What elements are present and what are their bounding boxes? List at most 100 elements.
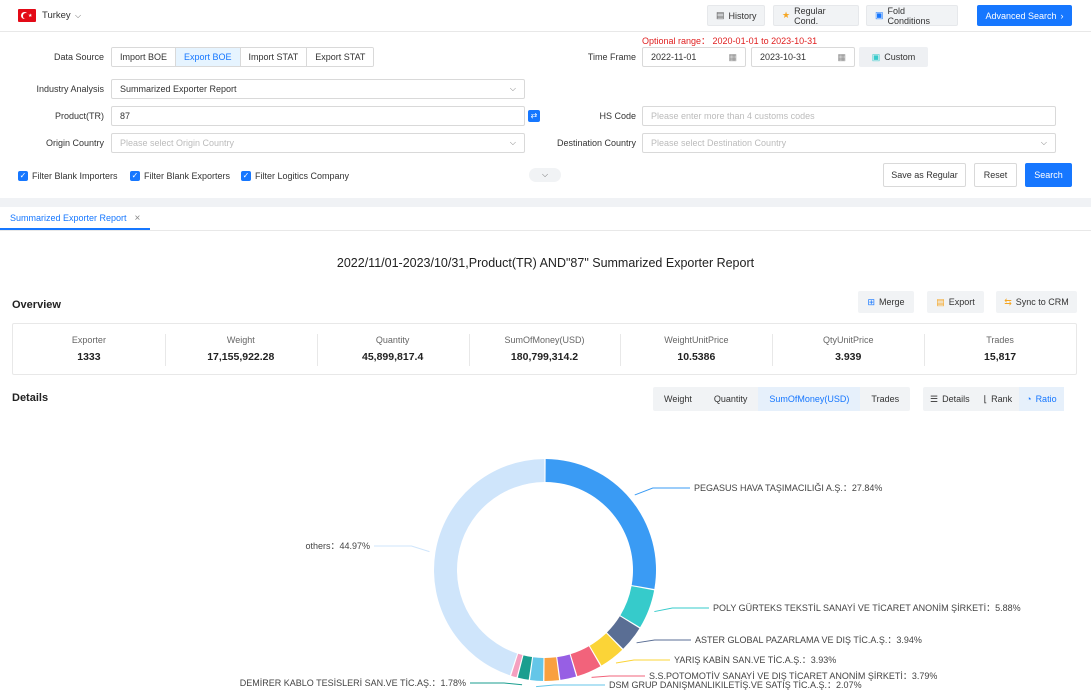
origin-country-label: Origin Country	[45, 138, 104, 148]
list-icon: ☰	[930, 394, 939, 404]
checkmark-icon: ✓	[241, 171, 251, 181]
section-divider	[0, 198, 1091, 207]
stat-weight-unit-price: WeightUnitPrice 10.5386	[620, 324, 772, 374]
custom-date-button[interactable]: ▣ Custom	[859, 47, 928, 67]
tab-summarized-exporter-report[interactable]: Summarized Exporter Report ×	[0, 208, 151, 230]
pie-slice-label: DSM GRUP DANIŞMANLIKILETİŞ.VE SATIŞ TİC.…	[609, 680, 862, 690]
fold-icon: ▣	[875, 10, 884, 20]
merge-icon: ⊞	[867, 296, 876, 307]
overview-heading: Overview	[12, 299, 61, 311]
data-source-selector: Import BOE Export BOE Import STAT Export…	[111, 47, 375, 67]
export-button[interactable]: ▤ Export	[927, 291, 984, 313]
checkmark-icon: ✓	[18, 171, 28, 181]
stat-exporter: Exporter 1333	[71, 335, 106, 363]
industry-analysis-select[interactable]: Summarized Exporter Report ⌵	[111, 79, 525, 99]
filter-blank-importers-checkbox[interactable]: ✓ Filter Blank Importers	[18, 171, 118, 181]
pie-slice-label: POLY GÜRTEKS TEKSTİL SANAYİ VE TİCARET A…	[713, 603, 1021, 613]
data-source-label: Data Source	[53, 52, 104, 62]
destination-country-select[interactable]: Please select Destination Country ⌵	[642, 133, 1056, 153]
pie-chart-icon: ◔	[1026, 394, 1032, 404]
star-icon: ★	[782, 10, 791, 20]
sync-icon: ⇆	[1004, 296, 1012, 307]
chevron-down-icon[interactable]: ⌵	[75, 11, 81, 21]
pie-label-line	[470, 682, 523, 686]
filter-blank-exporters-checkbox[interactable]: ✓ Filter Blank Exporters	[130, 171, 230, 181]
metric-quantity[interactable]: Quantity	[703, 387, 759, 411]
optional-range-note: Optional range： 2020-01-01 to 2023-10-31	[642, 36, 818, 46]
stat-qty-unit-price: QtyUnitPrice 3.939	[772, 324, 924, 374]
turkey-flag-icon: ★	[18, 9, 36, 22]
view-selector: ☰ Details ⌊ Rank ◔ Ratio	[923, 387, 1064, 411]
data-source-export-stat[interactable]: Export STAT	[307, 48, 374, 66]
filter-logistics-checkbox[interactable]: ✓ Filter Logitics Company	[241, 171, 349, 181]
pie-label-line	[536, 684, 605, 688]
view-rank[interactable]: ⌊ Rank	[977, 387, 1020, 411]
pie-label-line	[615, 659, 670, 664]
calendar-icon: ▦	[837, 52, 846, 62]
destination-country-label: Destination Country	[556, 138, 636, 148]
product-input[interactable]: 87	[111, 106, 525, 126]
fold-conditions-button[interactable]: ▣ Fold Conditions	[866, 5, 958, 26]
pie-label-line	[591, 675, 645, 678]
reset-button[interactable]: Reset	[974, 163, 1017, 187]
time-frame-label: Time Frame	[587, 52, 636, 62]
pie-label-line	[636, 639, 691, 644]
export-icon: ▤	[936, 296, 945, 307]
history-button[interactable]: ▤ History	[707, 5, 765, 26]
view-details[interactable]: ☰ Details	[923, 387, 977, 411]
chevron-down-icon: ⌵	[1040, 138, 1047, 147]
merge-button[interactable]: ⊞ Merge	[858, 291, 914, 313]
chevron-down-icon: ⌵	[509, 84, 516, 93]
checkmark-icon: ✓	[130, 171, 140, 181]
bar-chart-icon: ⌊	[983, 394, 988, 404]
ratio-donut-chart: PEGASUS HAVA TAŞIMACILIĞI A.Ş.：27.84% POL…	[240, 459, 1021, 690]
calendar-icon: ▦	[728, 52, 737, 62]
save-as-regular-button[interactable]: Save as Regular	[883, 163, 966, 187]
start-date-field[interactable]: 2022-11-01 ▦	[642, 47, 746, 67]
pie-slice[interactable]	[544, 657, 560, 681]
pie-label-line	[374, 545, 430, 553]
metric-sum-of-money[interactable]: SumOfMoney(USD)	[758, 387, 861, 411]
search-button[interactable]: Search	[1025, 163, 1072, 187]
stat-quantity: Quantity 45,899,817.4	[316, 324, 469, 374]
product-label: Product(TR)	[54, 111, 104, 121]
country-selector[interactable]: Turkey	[42, 10, 71, 21]
data-source-export-boe[interactable]: Export BOE	[176, 48, 241, 66]
data-source-import-stat[interactable]: Import STAT	[240, 48, 308, 66]
pie-label-line	[654, 607, 709, 613]
stat-trades: Trades 15,817	[924, 324, 1076, 374]
hs-code-input[interactable]: Please enter more than 4 customs codes	[642, 106, 1056, 126]
chevron-down-icon: ⌵	[509, 138, 516, 147]
data-source-import-boe[interactable]: Import BOE	[112, 48, 177, 66]
history-icon: ▤	[716, 10, 725, 20]
sync-to-crm-button[interactable]: ⇆ Sync to CRM	[996, 291, 1077, 313]
pie-slice-label: DEMİRER KABLO TESİSLERİ SAN.VE TİC.AŞ.：1…	[240, 678, 466, 688]
pie-slice-label: YARIŞ KABİN SAN.VE TİC.A.Ş.：3.93%	[674, 655, 836, 665]
pie-slice[interactable]	[545, 459, 656, 590]
stat-weight: Weight 17,155,922.28	[164, 324, 317, 374]
swap-icon[interactable]: ⇄	[528, 110, 540, 122]
metric-weight[interactable]: Weight	[653, 387, 703, 411]
pie-slice-label: ASTER GLOBAL PAZARLAMA VE DIŞ TİC.A.Ş.：3…	[695, 635, 922, 645]
pie-slice[interactable]	[434, 459, 545, 676]
custom-icon: ▣	[871, 51, 881, 62]
chevron-right-icon: ›	[1060, 10, 1064, 21]
advanced-search-button[interactable]: Advanced Search ›	[977, 5, 1072, 26]
metric-trades[interactable]: Trades	[860, 387, 910, 411]
pie-slice-label: others：44.97%	[305, 541, 370, 551]
details-heading: Details	[12, 392, 49, 404]
pie-label-line	[634, 487, 690, 496]
overview-stats: Exporter 1333 Weight 17,155,922.28 Quant…	[12, 323, 1077, 375]
industry-analysis-label: Industry Analysis	[36, 84, 104, 94]
tab-underline	[0, 230, 1091, 231]
origin-country-select[interactable]: Please select Origin Country ⌵	[111, 133, 525, 153]
stat-sum-of-money: SumOfMoney(USD) 180,799,314.2	[468, 324, 621, 374]
regular-cond-button[interactable]: ★ Regular Cond.	[773, 5, 859, 26]
metric-selector: Weight Quantity SumOfMoney(USD) Trades	[653, 387, 911, 411]
view-ratio[interactable]: ◔ Ratio	[1019, 387, 1064, 411]
end-date-field[interactable]: 2023-10-31 ▦	[751, 47, 855, 67]
collapse-chevron-icon[interactable]: ⌵	[529, 168, 561, 182]
top-bar: ★ Turkey ⌵ ▤ History ★ Regular Cond. ▣ F…	[0, 0, 1091, 32]
close-icon[interactable]: ×	[135, 213, 141, 224]
pie-slice[interactable]	[530, 657, 544, 681]
